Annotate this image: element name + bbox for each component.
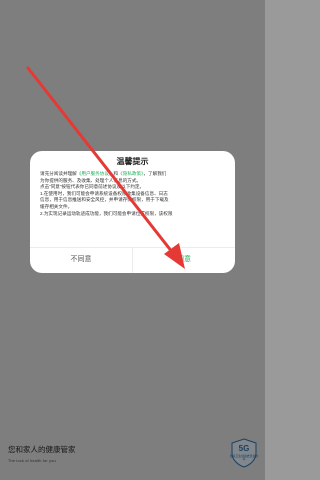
dialog-body-line: 点击“同意”按钮代表你已同意前述协议及以下约定。 [40, 184, 145, 190]
dialog-body-line: 请充分阅读并理解《用户服务协议》和《隐私政策》，了解我们 [40, 171, 167, 176]
privacy-policy-link[interactable]: 《隐私政策》 [118, 171, 143, 176]
agree-button[interactable]: 同意 [133, 247, 235, 273]
dialog-body: 请充分阅读并理解《用户服务协议》和《隐私政策》，了解我们 为你提供的服务、及收集… [40, 171, 228, 233]
dialog-body-line: 缓存相关文件。 [40, 203, 73, 209]
privacy-dialog: 温馨提示 请充分阅读并理解《用户服务协议》和《隐私政策》，了解我们 为你提供的服… [30, 151, 235, 273]
dialog-body-line: 信息，用于信息推送和安全风控，并申请存储权限，用于下载及 [40, 197, 169, 203]
decline-button[interactable]: 不同意 [30, 247, 132, 273]
user-agreement-link[interactable]: 《用户服务协议》 [77, 171, 114, 176]
dialog-body-line: 2.为实现记录运动轨迹成功能，我们可能会申请位置权限，该权限 [40, 210, 173, 216]
dialog-title: 温馨提示 [116, 157, 149, 166]
